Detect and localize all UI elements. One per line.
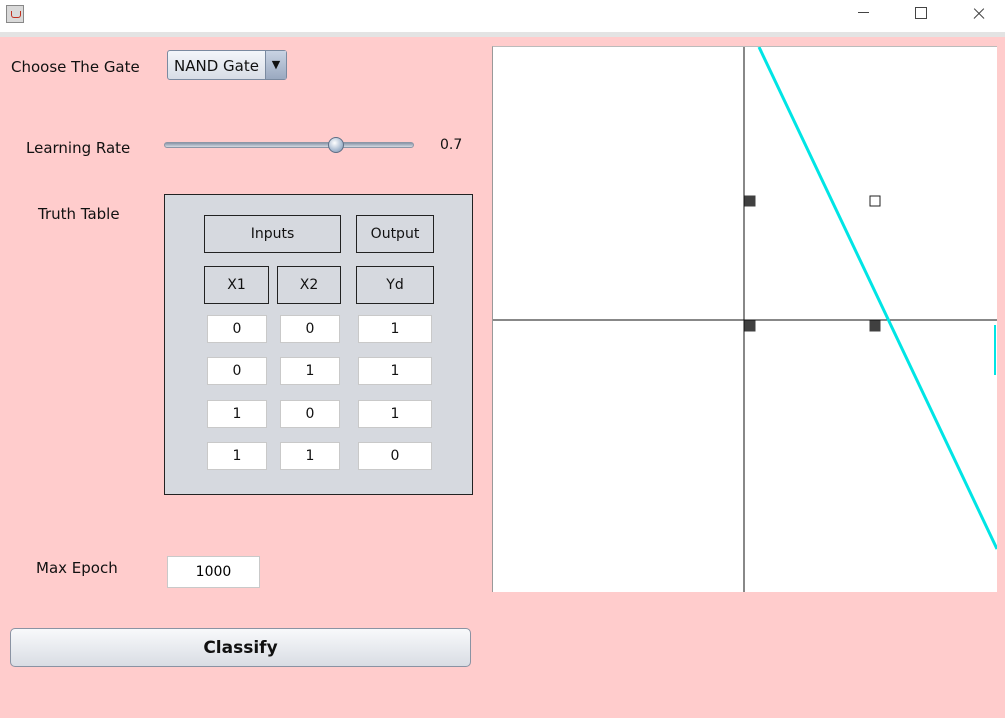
- gate-label: Choose The Gate: [11, 58, 140, 76]
- gate-select[interactable]: NAND Gate ▼: [167, 50, 287, 80]
- max-epoch-input[interactable]: 1000: [167, 556, 260, 588]
- yd-header: Yd: [356, 266, 434, 304]
- data-point-1: [744, 320, 756, 332]
- learning-rate-slider-track[interactable]: [164, 142, 414, 148]
- title-bar: [0, 0, 1005, 32]
- row2-x2-field[interactable]: 1: [280, 357, 340, 385]
- data-point-2: [744, 195, 756, 207]
- truth-table-label: Truth Table: [38, 205, 120, 223]
- decision-boundary-line: [757, 46, 999, 550]
- inputs-header: Inputs: [204, 215, 341, 253]
- learning-rate-label: Learning Rate: [26, 139, 131, 157]
- row2-yd-field[interactable]: 1: [358, 357, 432, 385]
- classify-button[interactable]: Classify: [10, 628, 471, 667]
- dropdown-arrow-icon[interactable]: ▼: [265, 51, 286, 79]
- row1-x2-field[interactable]: 0: [280, 315, 340, 343]
- learning-rate-value: 0.7: [440, 137, 463, 153]
- row3-x2-field[interactable]: 0: [280, 400, 340, 428]
- truth-table-panel: Inputs Output X1 X2 Yd 0 0 1 0 1 1 1 0 1…: [164, 194, 473, 495]
- x2-header: X2: [277, 266, 341, 304]
- title-bar-border: [0, 32, 1005, 37]
- plot-canvas: [493, 46, 999, 592]
- maximize-button[interactable]: [898, 0, 944, 28]
- row4-x1-field[interactable]: 1: [207, 442, 267, 470]
- minimize-button[interactable]: [840, 0, 886, 28]
- gate-select-value: NAND Gate: [174, 57, 259, 75]
- data-point-3: [869, 320, 881, 332]
- row2-x1-field[interactable]: 0: [207, 357, 267, 385]
- row3-x1-field[interactable]: 1: [207, 400, 267, 428]
- row4-yd-field[interactable]: 0: [358, 442, 432, 470]
- max-epoch-label: Max Epoch: [36, 559, 118, 577]
- data-points: [744, 195, 881, 332]
- java-app-icon: [6, 5, 24, 23]
- data-point-4: [869, 195, 881, 207]
- row3-yd-field[interactable]: 1: [358, 400, 432, 428]
- output-header: Output: [356, 215, 434, 253]
- learning-rate-slider-thumb[interactable]: [328, 137, 344, 153]
- row1-x1-field[interactable]: 0: [207, 315, 267, 343]
- decision-plot: [492, 46, 999, 592]
- x1-header: X1: [204, 266, 269, 304]
- row1-yd-field[interactable]: 1: [358, 315, 432, 343]
- close-button[interactable]: [956, 0, 1002, 28]
- row4-x2-field[interactable]: 1: [280, 442, 340, 470]
